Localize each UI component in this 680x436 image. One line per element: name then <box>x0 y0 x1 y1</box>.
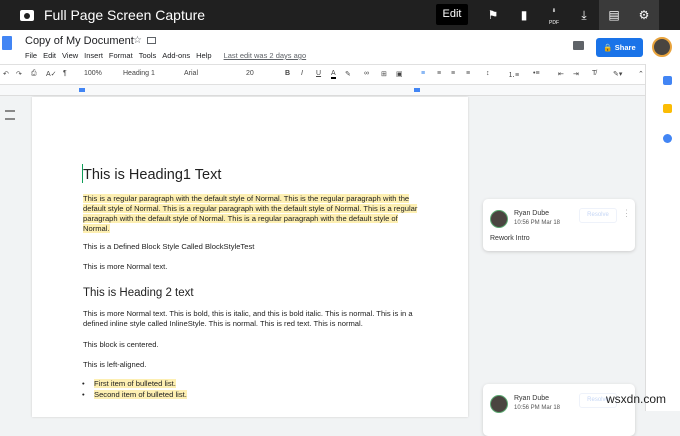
insert-comment-icon[interactable]: ⊞ <box>381 70 387 78</box>
link-icon[interactable]: ∞ <box>364 70 369 77</box>
commenter-avatar <box>490 210 508 228</box>
download-icon[interactable]: ⤓ <box>569 0 599 30</box>
line-spacing-icon[interactable]: ↕ <box>486 70 490 77</box>
list-item: First item of bulleted list. <box>94 379 176 389</box>
align-center-icon[interactable]: ≡ <box>437 70 441 77</box>
comment-author: Ryan Dube <box>514 395 549 402</box>
style-select[interactable]: Heading 1 <box>123 70 155 77</box>
underline-icon[interactable]: U <box>316 70 321 77</box>
watermark: wsxdn.com <box>606 392 666 406</box>
menu-tools[interactable]: Tools <box>139 51 157 60</box>
menu-help[interactable]: Help <box>196 51 211 60</box>
keep-icon[interactable] <box>663 104 672 113</box>
tasks-icon[interactable] <box>663 134 672 143</box>
menu-format[interactable]: Format <box>109 51 133 60</box>
numbered-list-icon[interactable]: ⒈≡ <box>508 70 519 80</box>
print-icon[interactable]: ⎙ <box>31 70 37 78</box>
font-size-select[interactable]: 20 <box>246 70 254 77</box>
editing-mode-icon[interactable]: ✎▾ <box>613 70 622 78</box>
insert-image-icon[interactable]: ▣ <box>396 70 403 78</box>
app-titlebar: Full Page Screen Capture Edit ⚑ ▮ ⬇PDF ⤓… <box>0 0 680 30</box>
heading-2: This is Heading 2 text <box>83 286 423 300</box>
resolve-button[interactable]: Resolve <box>579 208 617 223</box>
paint-format-icon[interactable]: ¶ <box>63 70 67 77</box>
share-button[interactable]: 🔒 Share <box>596 38 643 57</box>
app-title: Full Page Screen Capture <box>44 7 205 23</box>
paragraph-styles: This is more Normal text. This is bold, … <box>83 309 418 329</box>
comment-author: Ryan Dube <box>514 210 549 217</box>
avatar[interactable] <box>652 37 672 57</box>
menu-edit[interactable]: Edit <box>43 51 56 60</box>
spellcheck-icon[interactable]: A✓ <box>46 70 57 78</box>
gear-icon[interactable]: ⚙ <box>629 0 659 30</box>
last-edit-link[interactable]: Last edit was 2 days ago <box>224 51 307 60</box>
decrease-indent-icon[interactable]: ⇤ <box>558 70 564 78</box>
comment-history-icon[interactable] <box>573 41 584 50</box>
paragraph-left-aligned: This is left-aligned. <box>83 360 423 370</box>
bullet-text: Second item of bulleted list. <box>94 390 187 399</box>
font-select[interactable]: Arial <box>184 70 198 77</box>
docs-header: Copy of My Document ☆ File Edit View Ins… <box>0 30 680 64</box>
document-outline-icon[interactable] <box>5 110 15 120</box>
formatting-toolbar: ↶ ↷ ⎙ A✓ ¶ 100% Heading 1 Arial 20 B I U… <box>0 64 660 85</box>
list-item: Second item of bulleted list. <box>94 390 187 400</box>
align-left-icon[interactable]: ≡ <box>421 70 425 77</box>
edit-button[interactable]: Edit <box>436 4 468 25</box>
menu-insert[interactable]: Insert <box>84 51 103 60</box>
docs-logo-icon[interactable] <box>2 36 12 50</box>
comment-text: Rework Intro <box>490 235 530 242</box>
camera-icon <box>20 10 34 21</box>
highlight-icon[interactable]: ✎ <box>345 70 351 78</box>
folder-icon[interactable] <box>147 37 156 44</box>
side-panel <box>645 64 680 411</box>
ruler[interactable] <box>0 85 645 96</box>
menu-addons[interactable]: Add-ons <box>162 51 190 60</box>
document-title[interactable]: Copy of My Document <box>25 35 134 47</box>
clear-formatting-icon[interactable]: T̸ <box>592 70 596 77</box>
menu-bar: File Edit View Insert Format Tools Add-o… <box>25 51 306 60</box>
document-icon[interactable]: ▤ <box>599 0 629 30</box>
more-options-icon[interactable]: ⋮ <box>622 208 631 219</box>
document-page[interactable]: This is Heading1 Text This is a regular … <box>32 97 468 417</box>
comment-time: 10:56 PM Mar 18 <box>514 220 560 226</box>
star-icon[interactable]: ☆ <box>133 35 142 46</box>
heading-1: This is Heading1 Text <box>83 166 423 184</box>
menu-view[interactable]: View <box>62 51 78 60</box>
menu-file[interactable]: File <box>25 51 37 60</box>
increase-indent-icon[interactable]: ⇥ <box>573 70 579 78</box>
highlighted-text: This is a regular paragraph with the def… <box>83 194 417 233</box>
zoom-select[interactable]: 100% <box>84 70 102 77</box>
bold-icon[interactable]: B <box>285 70 290 77</box>
left-indent-marker[interactable] <box>79 88 85 92</box>
align-right-icon[interactable]: ≡ <box>451 70 455 77</box>
commenter-avatar <box>490 395 508 413</box>
right-indent-marker[interactable] <box>414 88 420 92</box>
collapse-icon[interactable]: ⌃ <box>638 70 644 78</box>
bullet-text: First item of bulleted list. <box>94 379 176 388</box>
paragraph-centered: This block is centered. <box>83 340 423 350</box>
pdf-label: PDF <box>549 20 559 26</box>
paragraph-block-style: This is a Defined Block Style Called Blo… <box>83 242 423 252</box>
text-color-icon[interactable]: A <box>331 70 336 79</box>
flag-icon[interactable]: ⚑ <box>478 0 508 30</box>
comment-card[interactable]: Ryan Dube 10:56 PM Mar 18 Resolve ⋮ Rewo… <box>483 199 635 251</box>
share-label: Share <box>615 43 636 52</box>
paragraph-normal: This is a regular paragraph with the def… <box>83 194 423 234</box>
pdf-download-icon[interactable]: ⬇PDF <box>539 0 569 30</box>
trash-icon[interactable]: ▮ <box>509 0 539 30</box>
comment-time: 10:56 PM Mar 18 <box>514 405 560 411</box>
redo-icon[interactable]: ↷ <box>16 70 22 78</box>
italic-icon[interactable]: I <box>301 70 303 77</box>
calendar-icon[interactable] <box>663 76 672 85</box>
justify-icon[interactable]: ≡ <box>466 70 470 77</box>
paragraph-more-normal: This is more Normal text. <box>83 262 423 272</box>
bulleted-list-icon[interactable]: •≡ <box>533 70 540 77</box>
undo-icon[interactable]: ↶ <box>3 70 9 78</box>
